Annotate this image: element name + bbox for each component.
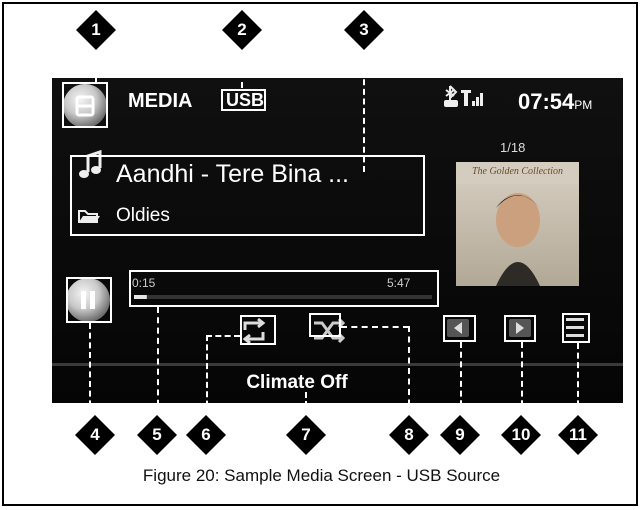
leader-6b [206, 335, 208, 416]
leader-1 [95, 60, 97, 84]
leader-7 [305, 392, 307, 416]
highlight-track-info [70, 155, 425, 236]
climate-status[interactable]: Climate Off [52, 372, 542, 394]
clock: 07:54PM [518, 89, 592, 115]
leader-11 [577, 343, 579, 416]
callout-5: 5 [137, 415, 177, 455]
callout-9: 9 [440, 415, 480, 455]
clock-ampm: PM [574, 98, 593, 112]
leader-5 [157, 307, 159, 416]
highlight-source-icon [62, 82, 108, 128]
callout-10: 10 [501, 415, 541, 455]
figure-caption: Figure 20: Sample Media Screen - USB Sou… [142, 466, 501, 485]
leader-10 [521, 342, 523, 416]
callout-4: 4 [75, 415, 115, 455]
footer-divider [52, 363, 623, 366]
highlight-pause [66, 277, 112, 323]
media-screen-graphics [52, 78, 623, 403]
media-screen: MEDIA USB 07:54PM 1/18 Aandhi - Tere Bin… [52, 78, 623, 403]
callout-6: 6 [186, 415, 226, 455]
callout-2: 2 [222, 10, 262, 50]
leader-2 [241, 60, 243, 88]
callout-3: 3 [344, 10, 384, 50]
highlight-usb [221, 89, 266, 111]
highlight-repeat [240, 315, 276, 345]
clock-time: 07:54 [518, 89, 575, 114]
highlight-previous [443, 315, 476, 342]
callout-11: 11 [558, 415, 598, 455]
track-counter: 1/18 [500, 140, 526, 155]
highlight-shuffle [309, 313, 341, 337]
header-title: MEDIA [128, 90, 193, 112]
album-art-title: The Golden Collection [471, 166, 564, 177]
album-art [456, 162, 579, 286]
callout-1: 1 [76, 10, 116, 50]
highlight-list [562, 313, 590, 343]
callout-8: 8 [389, 415, 429, 455]
leader-6a [206, 335, 240, 337]
leader-3 [363, 60, 365, 172]
leader-8a [341, 326, 409, 328]
leader-8b [408, 326, 410, 416]
highlight-next [504, 315, 536, 342]
callout-7: 7 [286, 415, 326, 455]
leader-4 [89, 323, 91, 416]
highlight-progress [129, 270, 439, 307]
leader-9 [460, 342, 462, 416]
